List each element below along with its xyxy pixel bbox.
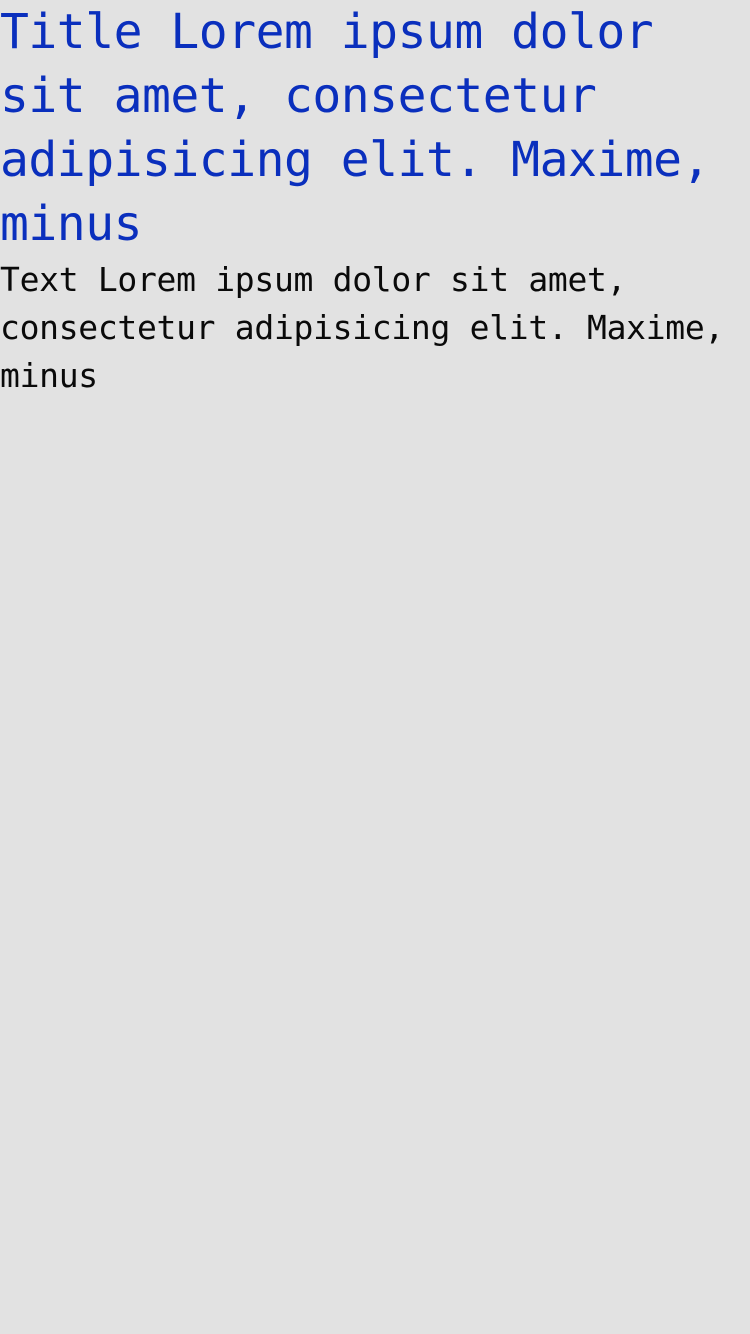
body-text: Text Lorem ipsum dolor sit amet, consect… bbox=[0, 260, 725, 395]
page-title: Title Lorem ipsum dolor sit amet, consec… bbox=[0, 4, 710, 252]
page: Title Lorem ipsum dolor sit amet, consec… bbox=[0, 0, 750, 1334]
